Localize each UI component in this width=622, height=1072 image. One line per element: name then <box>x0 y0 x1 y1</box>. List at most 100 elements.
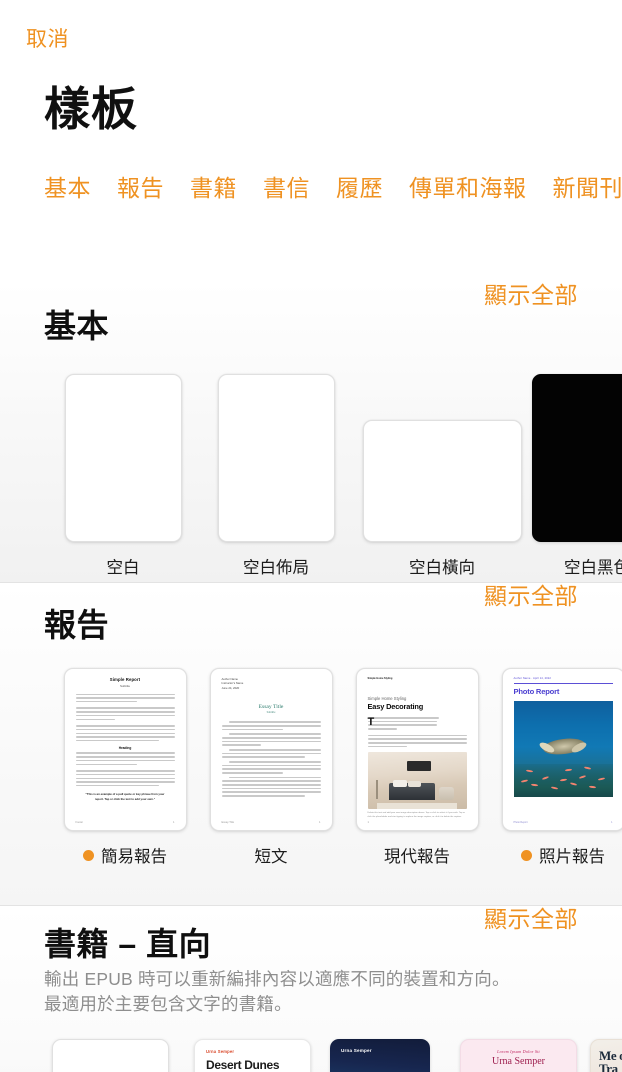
book-kicker: Urna Semper <box>341 1047 372 1053</box>
template-card-photo-report[interactable]: Author Name · April 14, 2022 Photo Repor… <box>490 668 622 867</box>
thumb-paragraph-dropcap: T <box>367 716 467 730</box>
book-kicker: Urna Semper <box>206 1048 235 1054</box>
new-badge-dot-icon <box>521 849 532 861</box>
template-card-essay[interactable]: Author Name Instructor's Name June 24, 2… <box>198 668 344 867</box>
thumb-footer: Essay Title 1 <box>222 821 321 824</box>
new-badge-dot-icon <box>83 849 94 861</box>
thumb-paragraph <box>75 707 175 721</box>
template-thumbnail-photo-report[interactable]: Author Name · April 14, 2022 Photo Repor… <box>501 668 622 831</box>
thumb-paragraph <box>221 721 321 731</box>
thumb-paragraph <box>75 770 175 787</box>
book-card-memoir[interactable]: Me of a Tra Urn Sem <box>590 1038 622 1072</box>
thumb-paragraph <box>221 749 321 758</box>
template-card-modern-report[interactable]: Simple Home Styling Simple Home Styling … <box>344 668 490 867</box>
thumb-paragraph <box>221 761 321 774</box>
template-card-blank-black[interactable]: 空白黑色 <box>526 374 622 578</box>
book-thumbnail-desert-dunes[interactable]: Urna Semper Desert Dunes <box>194 1038 311 1072</box>
tab-resumes[interactable]: 履歷 <box>336 176 383 200</box>
section-books-portrait: 書籍 – 直向 顯示全部 輸出 EPUB 時可以重新編排內容以適應不同的裝置和方… <box>0 906 622 1072</box>
template-label: 簡易報告 <box>101 848 167 866</box>
tab-books[interactable]: 書籍 <box>190 176 237 200</box>
template-thumbnail-modern-report[interactable]: Simple Home Styling Simple Home Styling … <box>355 668 479 831</box>
thumb-paragraph <box>75 725 175 742</box>
template-card-blank-layout[interactable]: 空白佈局 <box>194 374 358 578</box>
book-kicker: Lorem Ipsum Dolor Sit <box>497 1048 540 1054</box>
book-thumbnail-blank[interactable] <box>52 1038 169 1072</box>
template-card-blank[interactable]: 空白 <box>52 374 194 578</box>
book-card-blank[interactable] <box>52 1038 194 1072</box>
template-caption: 短文 <box>255 843 288 867</box>
books-template-row: Urna Semper Desert Dunes Urna Semper Lor… <box>0 1038 622 1072</box>
section-books-show-all[interactable]: 顯示全部 <box>484 908 578 931</box>
section-basic: 基本 顯示全部 空白 空白佈局 空白橫向 空白黑色 <box>0 282 622 582</box>
template-label: 空白 <box>106 559 140 577</box>
tab-newsletters[interactable]: 新聞刊 <box>553 176 622 200</box>
book-thumbnail-eternal-shine[interactable]: Lorem Ipsum Dolor Sit Urna Semper Eterna… <box>460 1038 577 1072</box>
thumb-subtitle: Subtitle <box>266 711 276 715</box>
book-thumbnail-night[interactable]: Urna Semper <box>330 1038 430 1072</box>
book-title: Me of a Tra <box>599 1047 622 1072</box>
thumb-paragraph <box>221 776 321 797</box>
tab-flyers-posters[interactable]: 傳單和海報 <box>409 176 527 200</box>
tab-letters[interactable]: 書信 <box>263 176 310 200</box>
template-label: 空白黑色 <box>564 559 622 577</box>
thumb-footer-right: 1 <box>611 821 613 824</box>
template-caption: 空白佈局 <box>243 554 309 578</box>
templates-chooser-screen: 取消 樣板 基本 報告 書籍 書信 履歷 傳單和海報 新聞刊 基本 顯示全部 空… <box>0 0 622 1072</box>
thumb-title: Simple Report <box>109 677 141 682</box>
template-card-simple-report[interactable]: Simple Report Subtitle Heading “This is … <box>52 668 198 867</box>
category-tab-bar[interactable]: 基本 報告 書籍 書信 履歷 傳單和海報 新聞刊 <box>0 166 622 210</box>
template-thumbnail-blank-black[interactable] <box>532 374 622 542</box>
section-reports-show-all[interactable]: 顯示全部 <box>484 585 578 608</box>
template-thumbnail-blank[interactable] <box>64 374 182 542</box>
template-label: 現代報告 <box>384 848 450 866</box>
template-caption: 簡易報告 <box>83 843 167 867</box>
section-basic-title: 基本 <box>44 308 110 344</box>
book-card-night[interactable]: Urna Semper <box>330 1038 460 1072</box>
reports-template-row: Simple Report Subtitle Heading “This is … <box>0 668 622 867</box>
section-books-subtitle-line1: 輸出 EPUB 時可以重新編排內容以適應不同的裝置和方向。 <box>44 969 510 989</box>
thumb-title: Photo Report <box>513 687 560 697</box>
thumb-dropcap: T <box>367 716 375 728</box>
thumb-kicker: Simple Home Styling <box>367 677 393 680</box>
thumb-page-number: 1 <box>367 821 369 824</box>
page-title: 樣板 <box>44 83 138 135</box>
top-bar: 取消 <box>0 0 622 72</box>
section-reports-title: 報告 <box>44 607 110 643</box>
template-thumbnail-blank-landscape[interactable] <box>362 420 522 542</box>
tab-basic[interactable]: 基本 <box>44 176 91 200</box>
template-caption: 空白橫向 <box>409 554 475 578</box>
thumb-paragraph <box>75 752 175 766</box>
template-caption: 空白 <box>107 554 140 578</box>
template-card-blank-landscape[interactable]: 空白橫向 <box>358 420 526 578</box>
thumb-eyebrow: Simple Home Styling <box>367 696 407 701</box>
thumb-date: June 24, 2020 <box>221 685 240 690</box>
template-thumbnail-blank-layout[interactable] <box>217 374 335 542</box>
tab-reports[interactable]: 報告 <box>117 176 164 200</box>
book-thumbnail-memoir[interactable]: Me of a Tra Urn Sem <box>590 1038 622 1072</box>
thumb-footer-left: Essay Title <box>221 821 235 824</box>
section-reports-header: 報告 顯示全部 <box>0 583 622 643</box>
template-caption: 現代報告 <box>384 843 450 867</box>
thumb-photo-sea-turtle <box>513 701 613 798</box>
thumb-paragraph <box>75 693 175 703</box>
book-title: Desert Dunes <box>206 1057 280 1072</box>
thumb-pull-quote: “This is an example of a pull quote or k… <box>85 792 165 801</box>
thumb-paragraph <box>367 734 467 748</box>
thumb-footer: Footer 1 <box>76 821 175 824</box>
book-urna-label: Urna Semper <box>491 1055 546 1067</box>
template-thumbnail-simple-report[interactable]: Simple Report Subtitle Heading “This is … <box>63 668 187 831</box>
thumb-meta: Author Name · April 14, 2022 <box>513 677 551 680</box>
section-books-header: 書籍 – 直向 顯示全部 輸出 EPUB 時可以重新編排內容以適應不同的裝置和方… <box>0 906 622 1017</box>
thumb-photo-interior <box>367 752 467 810</box>
cancel-button[interactable]: 取消 <box>26 29 69 50</box>
section-basic-show-all[interactable]: 顯示全部 <box>484 284 578 307</box>
thumb-title: Easy Decorating <box>367 702 424 711</box>
thumb-footer: 1 <box>368 821 467 824</box>
book-card-desert-dunes[interactable]: Urna Semper Desert Dunes <box>194 1038 330 1072</box>
section-books-subtitle: 輸出 EPUB 時可以重新編排內容以適應不同的裝置和方向。 最適用於主要包含文字… <box>44 967 578 1017</box>
thumb-meta: Author Name Instructor's Name June 24, 2… <box>222 677 321 690</box>
book-card-eternal-shine[interactable]: Lorem Ipsum Dolor Sit Urna Semper Eterna… <box>460 1038 590 1072</box>
template-thumbnail-essay[interactable]: Author Name Instructor's Name June 24, 2… <box>209 668 333 831</box>
template-caption: 空白黑色 <box>564 554 622 578</box>
